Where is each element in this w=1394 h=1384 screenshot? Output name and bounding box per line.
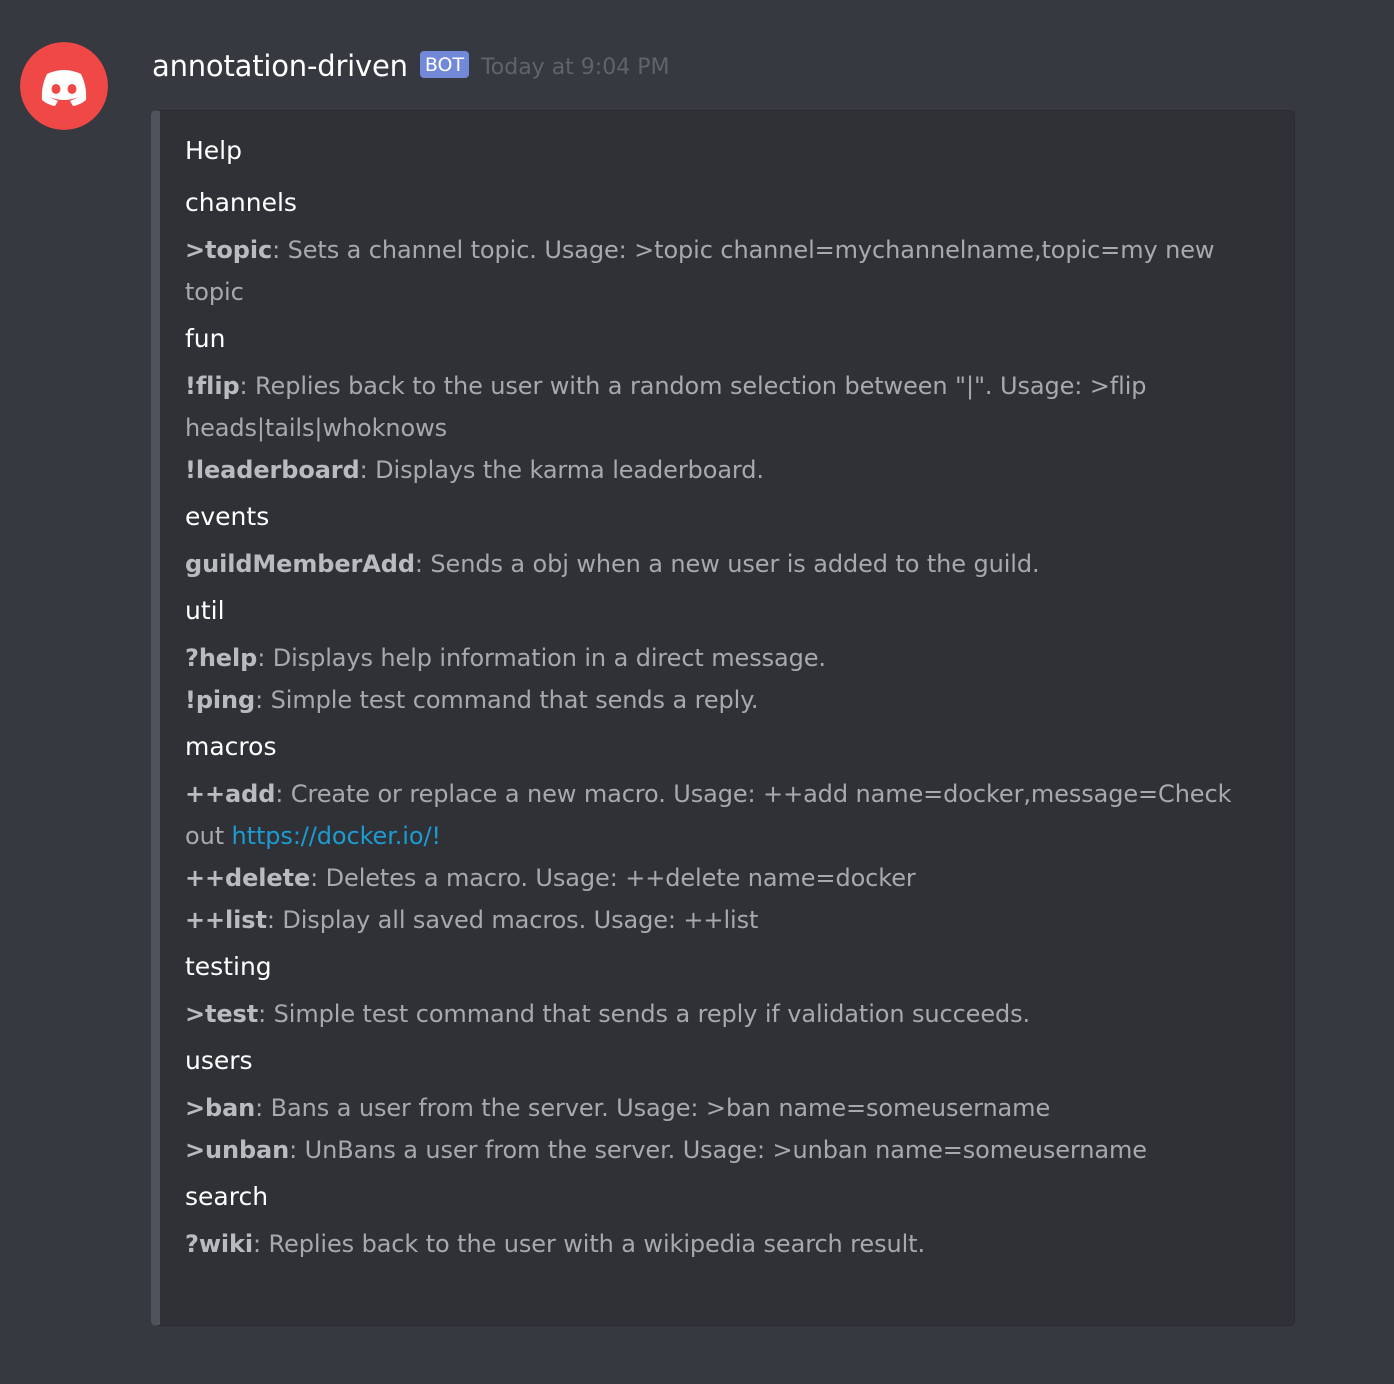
embed-title: Help	[185, 136, 242, 165]
embed-field-channels: channels >topic: Sets a channel topic. Us…	[185, 183, 1268, 313]
command-description: : Display all saved macros. Usage: ++lis…	[266, 906, 759, 934]
author-name[interactable]: annotation-driven	[152, 46, 408, 86]
field-name: users	[185, 1046, 253, 1075]
command-name: ++list	[185, 906, 267, 934]
field-value: !flip: Replies back to the user with a r…	[185, 365, 1268, 491]
embed-field-testing: testing >test: Simple test command that s…	[185, 947, 1268, 1035]
field-name: search	[185, 1182, 269, 1211]
command-line: >unban: UnBans a user from the server. U…	[185, 1129, 1268, 1171]
command-name: ?help	[185, 644, 258, 672]
command-description: : Deletes a macro. Usage: ++delete name=…	[310, 864, 916, 892]
field-value: >topic: Sets a channel topic. Usage: >to…	[185, 229, 1268, 313]
field-name: channels	[185, 188, 297, 217]
command-name: >test	[185, 1000, 259, 1028]
field-name: macros	[185, 732, 277, 761]
command-name: guildMemberAdd	[185, 550, 415, 578]
field-value: ?wiki: Replies back to the user with a w…	[185, 1223, 1268, 1265]
command-name: !flip	[185, 372, 240, 400]
command-description: : UnBans a user from the server. Usage: …	[289, 1136, 1147, 1164]
avatar[interactable]	[20, 42, 108, 130]
field-name: fun	[185, 324, 226, 353]
command-line: ++delete: Deletes a macro. Usage: ++dele…	[185, 857, 1268, 899]
command-line: ++add: Create or replace a new macro. Us…	[185, 773, 1268, 857]
help-embed: Help channels >topic: Sets a channel topi…	[151, 110, 1295, 1326]
command-description: : Sets a channel topic. Usage: >topic ch…	[185, 236, 1215, 306]
command-line: ?wiki: Replies back to the user with a w…	[185, 1223, 1268, 1265]
field-value: ?help: Displays help information in a di…	[185, 637, 1268, 721]
command-line: >topic: Sets a channel topic. Usage: >to…	[185, 229, 1268, 313]
command-description: : Sends a obj when a new user is added t…	[414, 550, 1040, 578]
command-name: >unban	[185, 1136, 290, 1164]
command-name: ++delete	[185, 864, 311, 892]
command-name: ++add	[185, 780, 276, 808]
command-description: : Replies back to the user with a random…	[185, 372, 1147, 442]
field-value: guildMemberAdd: Sends a obj when a new u…	[185, 543, 1268, 585]
command-description: : Displays help information in a direct …	[257, 644, 826, 672]
command-line: !leaderboard: Displays the karma leaderb…	[185, 449, 1268, 491]
command-description: : Simple test command that sends a reply…	[258, 1000, 1031, 1028]
command-line: ?help: Displays help information in a di…	[185, 637, 1268, 679]
command-description: : Simple test command that sends a reply…	[255, 686, 759, 714]
command-name: !leaderboard	[185, 456, 360, 484]
command-line: >ban: Bans a user from the server. Usage…	[185, 1087, 1268, 1129]
command-name: >topic	[185, 236, 273, 264]
message-header: annotation-driven BOT Today at 9:04 PM	[152, 44, 669, 88]
discord-logo-icon	[20, 42, 108, 130]
command-line: !flip: Replies back to the user with a r…	[185, 365, 1268, 449]
embed-field-users: users >ban: Bans a user from the server. …	[185, 1041, 1268, 1171]
field-value: >test: Simple test command that sends a …	[185, 993, 1268, 1035]
embed-field-search: search ?wiki: Replies back to the user wi…	[185, 1177, 1268, 1265]
embed-field-events: events guildMemberAdd: Sends a obj when a…	[185, 497, 1268, 585]
command-description: : Displays the karma leaderboard.	[359, 456, 764, 484]
command-line: ++list: Display all saved macros. Usage:…	[185, 899, 1268, 941]
command-line: guildMemberAdd: Sends a obj when a new u…	[185, 543, 1268, 585]
field-value: ++add: Create or replace a new macro. Us…	[185, 773, 1268, 941]
message-timestamp: Today at 9:04 PM	[481, 55, 670, 80]
bot-tag: BOT	[419, 50, 470, 78]
command-name: !ping	[185, 686, 256, 714]
field-name: testing	[185, 952, 272, 981]
embed-field-util: util ?help: Displays help information in …	[185, 591, 1268, 721]
command-name: ?wiki	[185, 1230, 254, 1258]
chat-message: annotation-driven BOT Today at 9:04 PM H…	[0, 0, 1394, 1384]
field-name: events	[185, 502, 270, 531]
command-description: : Replies back to the user with a wikipe…	[253, 1230, 926, 1258]
command-name: >ban	[185, 1094, 256, 1122]
command-line: >test: Simple test command that sends a …	[185, 993, 1268, 1035]
embed-field-macros: macros ++add: Create or replace a new mac…	[185, 727, 1268, 941]
embed-field-fun: fun !flip: Replies back to the user with …	[185, 319, 1268, 491]
docker-link[interactable]: https://docker.io/!	[232, 822, 442, 850]
command-description: : Bans a user from the server. Usage: >b…	[255, 1094, 1051, 1122]
command-line: !ping: Simple test command that sends a …	[185, 679, 1268, 721]
embed-fields: channels >topic: Sets a channel topic. Us…	[185, 183, 1268, 1265]
field-name: util	[185, 596, 225, 625]
field-value: >ban: Bans a user from the server. Usage…	[185, 1087, 1268, 1171]
